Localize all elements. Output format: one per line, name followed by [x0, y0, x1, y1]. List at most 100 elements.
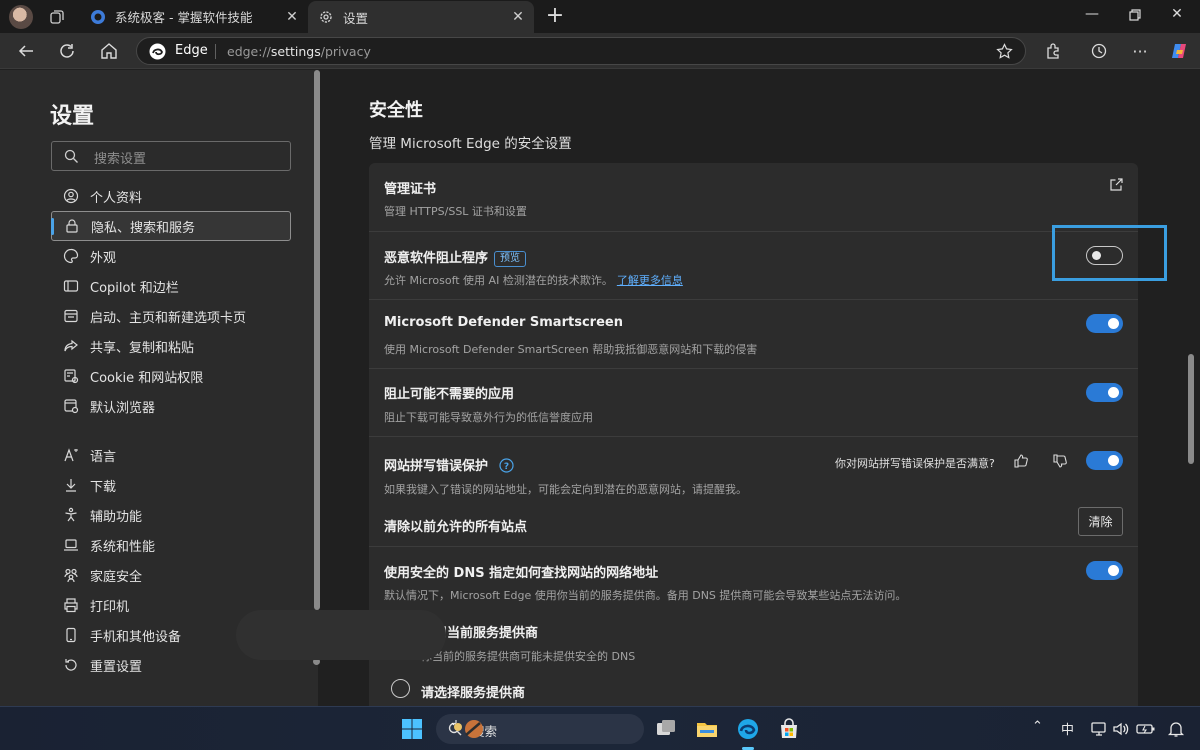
language-icon — [62, 447, 79, 464]
volume-icon[interactable] — [1112, 720, 1130, 738]
typo-protection-toggle[interactable] — [1086, 451, 1123, 470]
workspaces-icon[interactable] — [48, 8, 66, 26]
tab-article[interactable]: 系统极客 - 掌握软件技能 ✕ — [80, 0, 308, 33]
sidebar-item-startup[interactable]: 启动、主页和新建选项卡页 — [51, 301, 291, 331]
sidebar-item-label: 隐私、搜索和服务 — [91, 220, 196, 236]
row-description: 管理 HTTPS/SSL 证书和设置 — [384, 205, 527, 218]
sidebar-title: 设置 — [50, 104, 95, 129]
learn-more-link[interactable]: 了解更多信息 — [617, 274, 683, 287]
sidebar-item-label: 重置设置 — [90, 659, 143, 675]
sidebar-item-appearance[interactable]: 外观 — [51, 241, 291, 271]
clear-button[interactable]: 清除 — [1078, 507, 1123, 536]
address-toolbar: Edge edge://settings/privacy ··· — [0, 33, 1200, 69]
history-icon[interactable] — [1089, 41, 1109, 61]
battery-icon[interactable] — [1136, 720, 1156, 738]
secure-dns-toggle[interactable] — [1086, 561, 1123, 580]
ime-indicator[interactable]: 中 — [1061, 719, 1074, 738]
row-description: 如果我键入了错误的网站地址，可能会定向到潜在的恶意网站，请提醒我。 — [384, 483, 747, 496]
external-link-icon[interactable] — [1109, 177, 1124, 192]
copilot-icon[interactable] — [1169, 41, 1189, 61]
phone-icon — [62, 627, 79, 644]
printer-icon — [62, 597, 79, 614]
sidebar-item-label: 外观 — [90, 250, 117, 266]
new-tab-icon[interactable]: + — [544, 5, 566, 28]
dns-choose-provider-label[interactable]: 请选择服务提供商 — [421, 682, 525, 701]
network-icon[interactable] — [1090, 720, 1108, 738]
settings-content: 安全性 管理 Microsoft Edge 的安全设置 管理证书 管理 HTTP… — [320, 70, 1200, 706]
sidebar-item-cookies[interactable]: Cookie 和网站权限 — [51, 361, 291, 391]
row-label: 网站拼写错误保护 ? — [384, 455, 514, 474]
tab-title: 设置 — [343, 10, 369, 26]
section-subtitle: 管理 Microsoft Edge 的安全设置 — [369, 136, 572, 152]
edge-taskbar-icon[interactable] — [736, 717, 760, 741]
thumbs-down-icon[interactable] — [1052, 453, 1068, 469]
help-icon[interactable]: ? — [498, 458, 514, 473]
security-card: 管理证书 管理 HTTPS/SSL 证书和设置 恶意软件阻止程序 预览 允许 Mi… — [369, 163, 1138, 706]
cookie-icon — [62, 368, 79, 385]
close-tab-icon[interactable]: ✕ — [510, 9, 526, 25]
block-pua-toggle[interactable] — [1086, 383, 1123, 402]
windows-start-icon[interactable] — [400, 717, 424, 741]
sidebar-item-copilot[interactable]: Copilot 和边栏 — [51, 271, 291, 301]
power-icon — [62, 308, 79, 325]
sidebar-item-accessibility[interactable]: 辅助功能 — [51, 500, 291, 530]
tab-title: 系统极客 - 掌握软件技能 — [115, 10, 253, 25]
search-highlight-icon — [451, 720, 483, 738]
preview-badge: 预览 — [494, 251, 527, 267]
sidebar-item-label: 启动、主页和新建选项卡页 — [90, 310, 247, 326]
sidebar-item-default-browser[interactable]: 默认浏览器 — [51, 391, 291, 421]
more-menu-icon[interactable]: ··· — [1130, 41, 1150, 61]
choose-provider-radio[interactable] — [391, 679, 410, 698]
manage-certificates-row[interactable]: 管理证书 管理 HTTPS/SSL 证书和设置 — [369, 163, 1138, 231]
row-label: 使用安全的 DNS 指定如何查找网站的网络地址 — [384, 566, 659, 581]
omnibox-divider — [215, 44, 216, 59]
sidebar-item-label: 系统和性能 — [90, 539, 156, 555]
sidebar-item-downloads[interactable]: 下载 — [51, 470, 291, 500]
sidebar-item-share[interactable]: 共享、复制和粘贴 — [51, 331, 291, 361]
malware-blocker-row: 恶意软件阻止程序 预览 允许 Microsoft 使用 AI 检测潜在的技术欺诈。… — [369, 231, 1138, 299]
feedback-question: 你对网站拼写错误保护是否满意? — [835, 457, 995, 470]
share-icon — [62, 338, 79, 355]
sidebar-item-family[interactable]: 家庭安全 — [51, 560, 291, 590]
minimize-icon[interactable]: — — [1081, 6, 1103, 26]
row-label: 阻止可能不需要的应用 — [384, 387, 515, 402]
sidebar-item-label: 个人资料 — [90, 190, 143, 206]
tray-overflow-icon[interactable]: ⌃ — [1032, 719, 1043, 734]
address-bar[interactable]: Edge edge://settings/privacy — [136, 37, 1026, 65]
extensions-icon[interactable] — [1043, 41, 1063, 61]
block-pua-row: 阻止可能不需要的应用 阻止下载可能导致意外行为的低信誉度应用 — [369, 368, 1138, 436]
sidebar-item-language[interactable]: 语言 — [51, 440, 291, 470]
accessibility-icon — [62, 507, 79, 524]
refresh-icon[interactable] — [57, 41, 77, 61]
search-settings-input[interactable]: 搜索设置 — [51, 141, 291, 171]
site-identity-label: Edge — [175, 43, 208, 58]
notification-bell-icon[interactable] — [1167, 720, 1185, 738]
sidebar-item-profile[interactable]: 个人资料 — [51, 181, 291, 211]
favorite-star-icon[interactable] — [996, 43, 1013, 60]
tab-strip: 系统极客 - 掌握软件技能 ✕ 设置 ✕ + — ✕ — [0, 0, 1200, 33]
sidebar-item-label: 语言 — [90, 449, 117, 465]
thumbs-up-icon[interactable] — [1013, 453, 1029, 469]
restore-icon[interactable] — [1124, 6, 1146, 26]
close-window-icon[interactable]: ✕ — [1166, 6, 1188, 26]
row-description: 使用 Microsoft Defender SmartScreen 帮助我抵御恶… — [384, 343, 758, 356]
sidebar-item-label: 辅助功能 — [90, 509, 143, 525]
close-tab-icon[interactable]: ✕ — [284, 9, 300, 25]
family-icon — [62, 567, 79, 584]
sidebar-item-label: 默认浏览器 — [90, 400, 156, 416]
profile-avatar[interactable] — [9, 5, 33, 29]
tab-settings[interactable]: 设置 ✕ — [308, 1, 534, 33]
sidebar-item-system[interactable]: 系统和性能 — [51, 530, 291, 560]
row-label: 恶意软件阻止程序 预览 — [384, 247, 527, 267]
store-icon[interactable] — [777, 717, 801, 741]
smartscreen-toggle[interactable] — [1086, 314, 1123, 333]
taskbar-search[interactable]: 搜索 — [436, 714, 644, 744]
content-scrollbar[interactable] — [1188, 354, 1194, 464]
sidebar-item-label: 打印机 — [90, 599, 130, 615]
task-view-icon[interactable] — [654, 717, 678, 741]
back-icon[interactable] — [16, 41, 36, 61]
file-explorer-icon[interactable] — [695, 717, 719, 741]
browser-icon — [62, 398, 79, 415]
sidebar-item-privacy[interactable]: 隐私、搜索和服务 — [51, 211, 291, 241]
home-icon[interactable] — [99, 41, 119, 61]
